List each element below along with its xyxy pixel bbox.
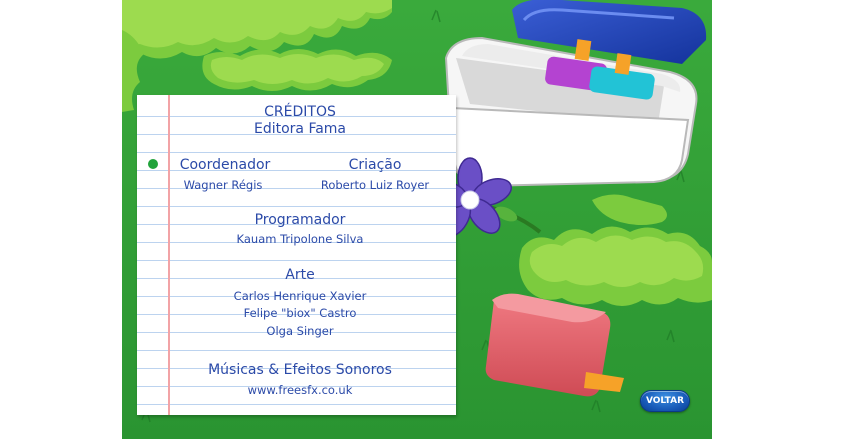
creation-heading: Criação (348, 157, 402, 173)
creation-name: Roberto Luiz Royer (320, 178, 430, 192)
art-name: Olga Singer (266, 324, 334, 338)
music-source-link: www.freesfx.co.uk (247, 383, 353, 397)
programmer-heading: Programador (254, 212, 346, 228)
credits-notebook-page: CRÉDITOS Editora Fama Coordenador Wagner… (137, 95, 456, 415)
credits-title: CRÉDITOS (264, 104, 336, 120)
bullet-dot (148, 159, 158, 169)
music-heading: Músicas & Efeitos Sonoros (208, 362, 392, 378)
art-heading: Arte (285, 267, 315, 283)
programmer-name: Kauam Tripolone Silva (236, 232, 364, 246)
art-name: Felipe "biox" Castro (243, 306, 357, 320)
coordinator-heading: Coordenador (179, 157, 271, 173)
publisher-name: Editora Fama (253, 121, 347, 137)
margin-line (168, 95, 170, 415)
back-button[interactable]: VOLTAR (640, 390, 690, 412)
coordinator-name: Wagner Régis (183, 178, 263, 192)
art-name: Carlos Henrique Xavier (233, 289, 367, 303)
